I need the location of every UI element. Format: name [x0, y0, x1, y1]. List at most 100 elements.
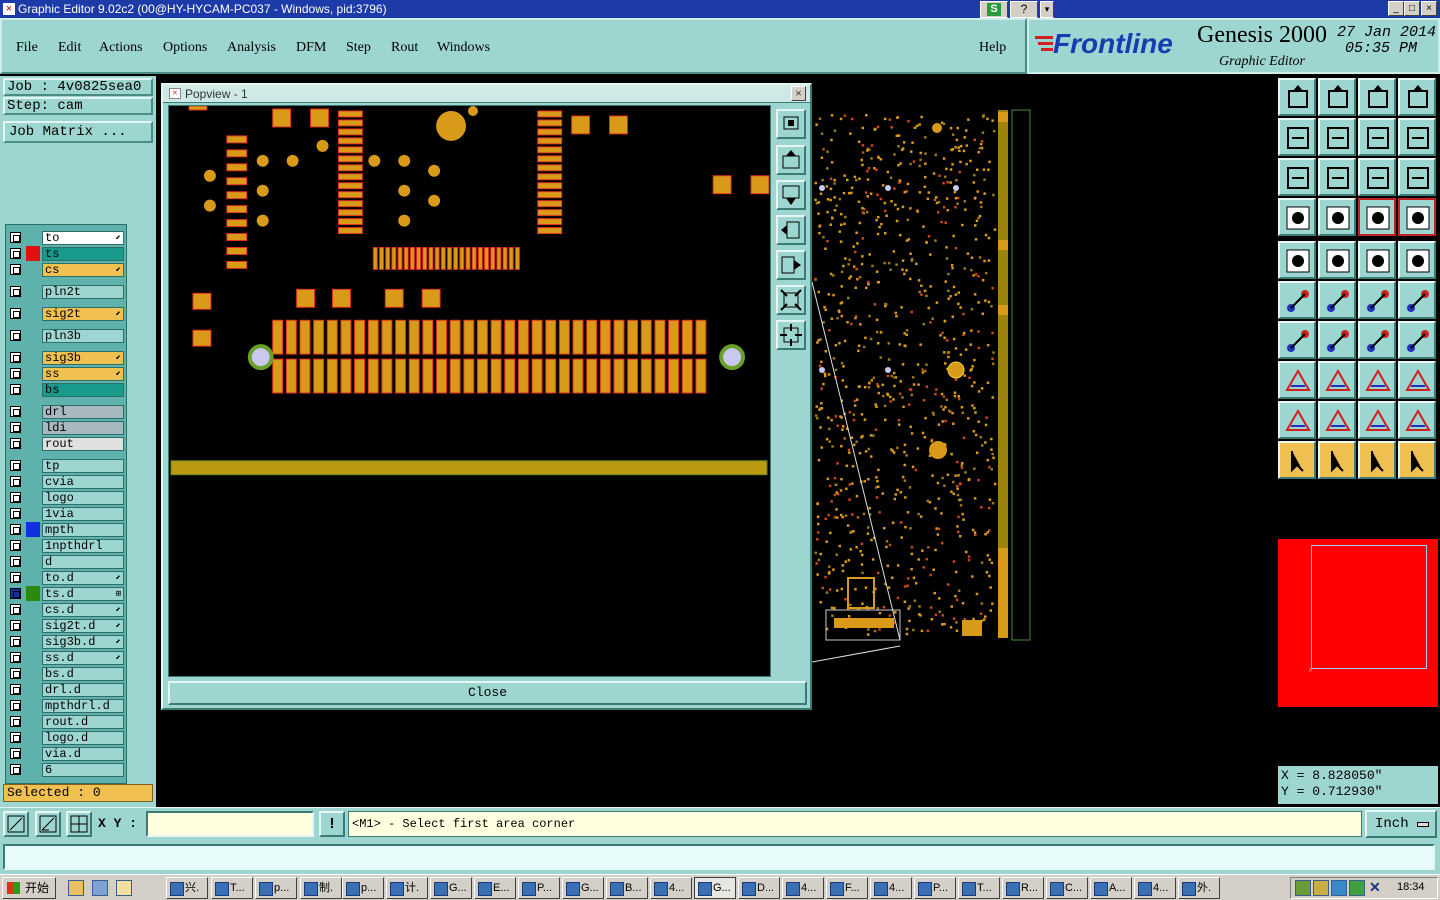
layer-name[interactable]: to.d ⬋	[42, 571, 124, 585]
blobs-tool-button[interactable]	[1398, 361, 1436, 399]
ff-tool-tool-button[interactable]	[1398, 321, 1436, 359]
layer-checkbox[interactable]	[10, 524, 21, 535]
layer-name[interactable]: via.d	[42, 747, 124, 761]
layer-checkbox[interactable]	[10, 232, 21, 243]
layer-row-sig3b-d[interactable]: sig3b.d ⬋	[6, 634, 128, 649]
route-tool-button[interactable]	[1398, 441, 1436, 479]
snake-tool-button[interactable]	[1398, 118, 1436, 156]
pan-down-button[interactable]	[776, 180, 806, 210]
node-select-tool-button[interactable]	[1278, 281, 1316, 319]
tray-network-icon[interactable]	[1295, 880, 1311, 896]
layer-name[interactable]: mpthdrl.d	[42, 699, 124, 713]
layer-checkbox[interactable]	[10, 352, 21, 363]
taskbar-task[interactable]: 4...	[782, 877, 824, 899]
tri-d-tool-button[interactable]	[1398, 401, 1436, 439]
layer-row-mpth[interactable]: mpth	[6, 522, 128, 537]
taskbar-task[interactable]: G...	[562, 877, 604, 899]
layer-checkbox[interactable]	[10, 700, 21, 711]
upload-tool-button[interactable]	[1278, 78, 1316, 116]
layer-name[interactable]: drl	[42, 405, 124, 419]
fit-tool-button[interactable]	[1278, 158, 1316, 196]
taskbar-task[interactable]: 4...	[870, 877, 912, 899]
xy-input[interactable]	[146, 811, 314, 837]
taskbar-task[interactable]: 兴.	[166, 877, 208, 899]
layer-name[interactable]: pln2t	[42, 285, 124, 299]
move-right-tool-button[interactable]	[1318, 118, 1356, 156]
scale-1-2-tool-button[interactable]	[1358, 158, 1396, 196]
layer-name[interactable]: cvia	[42, 475, 124, 489]
pan-right-button[interactable]	[776, 250, 806, 280]
layer-row-logo[interactable]: logo	[6, 490, 128, 505]
layer-row-bs[interactable]: bs	[6, 382, 128, 397]
layer-row-bs-d[interactable]: bs.d	[6, 666, 128, 681]
menu-windows[interactable]: Windows	[437, 40, 490, 56]
layer-checkbox[interactable]	[10, 620, 21, 631]
menu-options[interactable]: Options	[163, 40, 207, 56]
tray-input-icon[interactable]	[1349, 880, 1365, 896]
taskbar-task[interactable]: T...	[211, 877, 253, 899]
move-left-tool-button[interactable]	[1278, 118, 1316, 156]
grid-tool-tool-button[interactable]	[1318, 198, 1356, 236]
taskbar-task[interactable]: R...	[1002, 877, 1044, 899]
taskbar-task[interactable]: p...	[255, 877, 297, 899]
layer-row-1npthdrl[interactable]: 1npthdrl	[6, 538, 128, 553]
mirror-tool-button[interactable]	[1358, 118, 1396, 156]
center-tool-button[interactable]	[1318, 158, 1356, 196]
layer-name[interactable]: logo	[42, 491, 124, 505]
menu-step[interactable]: Step	[346, 40, 371, 56]
layer-name[interactable]: ss.d ⬋	[42, 651, 124, 665]
layer-row-ss[interactable]: ss ⬋	[6, 366, 128, 381]
grid-button[interactable]	[66, 811, 92, 837]
taskbar-task[interactable]: G...	[430, 877, 472, 899]
layer-checkbox[interactable]	[10, 588, 21, 599]
layer-checkbox[interactable]	[10, 422, 21, 433]
line-red-tool-button[interactable]	[1398, 281, 1436, 319]
layer-checkbox[interactable]	[10, 264, 21, 275]
layer-checkbox[interactable]	[10, 286, 21, 297]
menu-edit[interactable]: Edit	[58, 40, 81, 56]
layer-row-1via[interactable]: 1via	[6, 506, 128, 521]
layer-checkbox[interactable]	[10, 508, 21, 519]
layer-row-sig3b[interactable]: sig3b ⬋	[6, 350, 128, 365]
layer-row-rout[interactable]: rout	[6, 436, 128, 451]
measure-tool-button[interactable]	[1358, 361, 1396, 399]
layer-checkbox[interactable]	[10, 476, 21, 487]
help-tool-button[interactable]	[1398, 158, 1436, 196]
layer-name[interactable]: 6	[42, 763, 124, 777]
menu-actions[interactable]: Actions	[99, 40, 143, 56]
layer-checkbox[interactable]	[10, 438, 21, 449]
layer-name[interactable]: sig2t ⬋	[42, 307, 124, 321]
layer-row-ts-d[interactable]: ts.d ⊞	[6, 586, 128, 601]
layer-checkbox[interactable]	[10, 556, 21, 567]
taskbar-task[interactable]: E...	[474, 877, 516, 899]
layer-checkbox[interactable]	[10, 716, 21, 727]
taskbar-task[interactable]: D...	[738, 877, 780, 899]
arrow-orange-tool-button[interactable]	[1358, 441, 1396, 479]
pan-up-button[interactable]	[776, 145, 806, 175]
color-draw-tool-button[interactable]	[1318, 241, 1356, 279]
popview-close-button[interactable]: Close	[168, 681, 807, 705]
popview-canvas[interactable]	[168, 105, 771, 677]
layer-row-to[interactable]: to ⬋	[6, 230, 128, 245]
layer-row-6[interactable]: 6	[6, 762, 128, 777]
cross-del-tool-button[interactable]	[1318, 281, 1356, 319]
layer-name[interactable]: mpth	[42, 523, 124, 537]
layer-checkbox[interactable]	[10, 384, 21, 395]
taskbar-task[interactable]: p...	[342, 877, 384, 899]
menu-file[interactable]: File	[16, 40, 38, 56]
layer-row-mpthdrl-d[interactable]: mpthdrl.d	[6, 698, 128, 713]
tray-x-icon[interactable]: ✕	[1369, 879, 1381, 896]
overview-map[interactable]: ×	[1278, 539, 1438, 707]
measure-button[interactable]	[35, 811, 61, 837]
layer-checkbox[interactable]	[10, 248, 21, 259]
taskbar-task[interactable]: 计.	[386, 877, 428, 899]
layer-row-drl-d[interactable]: drl.d	[6, 682, 128, 697]
ruler-tool-button[interactable]	[1358, 241, 1396, 279]
layer-name[interactable]: sig3b.d ⬋	[42, 635, 124, 649]
align-tool-tool-button[interactable]	[1278, 198, 1316, 236]
layer-name[interactable]: cs ⬋	[42, 263, 124, 277]
layer-row-cs-d[interactable]: cs.d ⬋	[6, 602, 128, 617]
layer-row-cvia[interactable]: cvia	[6, 474, 128, 489]
taskbar-task[interactable]: 制.	[300, 877, 342, 899]
close-window-button[interactable]: ×	[1421, 1, 1437, 16]
